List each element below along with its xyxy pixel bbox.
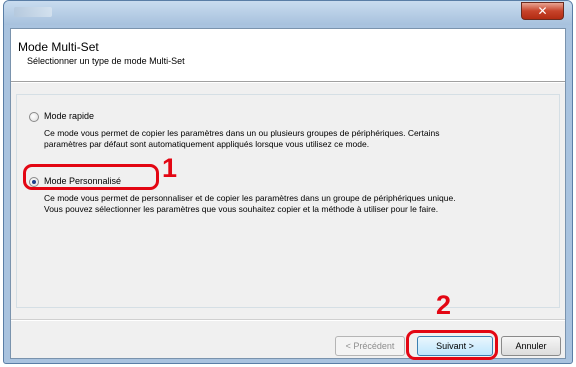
callout-highlight-mode-personnalise: [23, 164, 159, 190]
title-bar[interactable]: ✕: [4, 1, 572, 25]
radio-mode-rapide[interactable]: Mode rapide: [29, 111, 119, 125]
callout-highlight-next-button: [406, 330, 498, 360]
callout-step-2: 2: [436, 290, 452, 320]
page-title: Mode Multi-Set: [18, 40, 99, 54]
close-button[interactable]: ✕: [521, 2, 564, 20]
footer-divider: [11, 319, 565, 321]
header-divider: [11, 82, 565, 83]
radio-button-icon[interactable]: [29, 112, 39, 122]
description-line: Ce mode vous permet de copier les paramè…: [44, 128, 440, 138]
description-line: Ce mode vous permet de personnaliser et …: [44, 193, 456, 203]
radio-label-mode-rapide[interactable]: Mode rapide: [44, 111, 94, 121]
previous-button[interactable]: < Précédent: [335, 336, 405, 356]
cancel-button[interactable]: Annuler: [501, 336, 561, 356]
description-line: paramètres par défaut sont automatiqueme…: [44, 139, 370, 149]
dialog-body: Mode Multi-Set Sélectionner un type de m…: [10, 28, 566, 359]
wizard-header: Mode Multi-Set Sélectionner un type de m…: [11, 29, 565, 82]
description-line: Vous pouvez sélectionner les paramètres …: [44, 204, 439, 214]
callout-step-1: 1: [162, 153, 178, 183]
page-subtitle: Sélectionner un type de mode Multi-Set: [27, 56, 185, 66]
window-title-blurred: [14, 7, 52, 17]
close-icon: ✕: [537, 4, 548, 18]
